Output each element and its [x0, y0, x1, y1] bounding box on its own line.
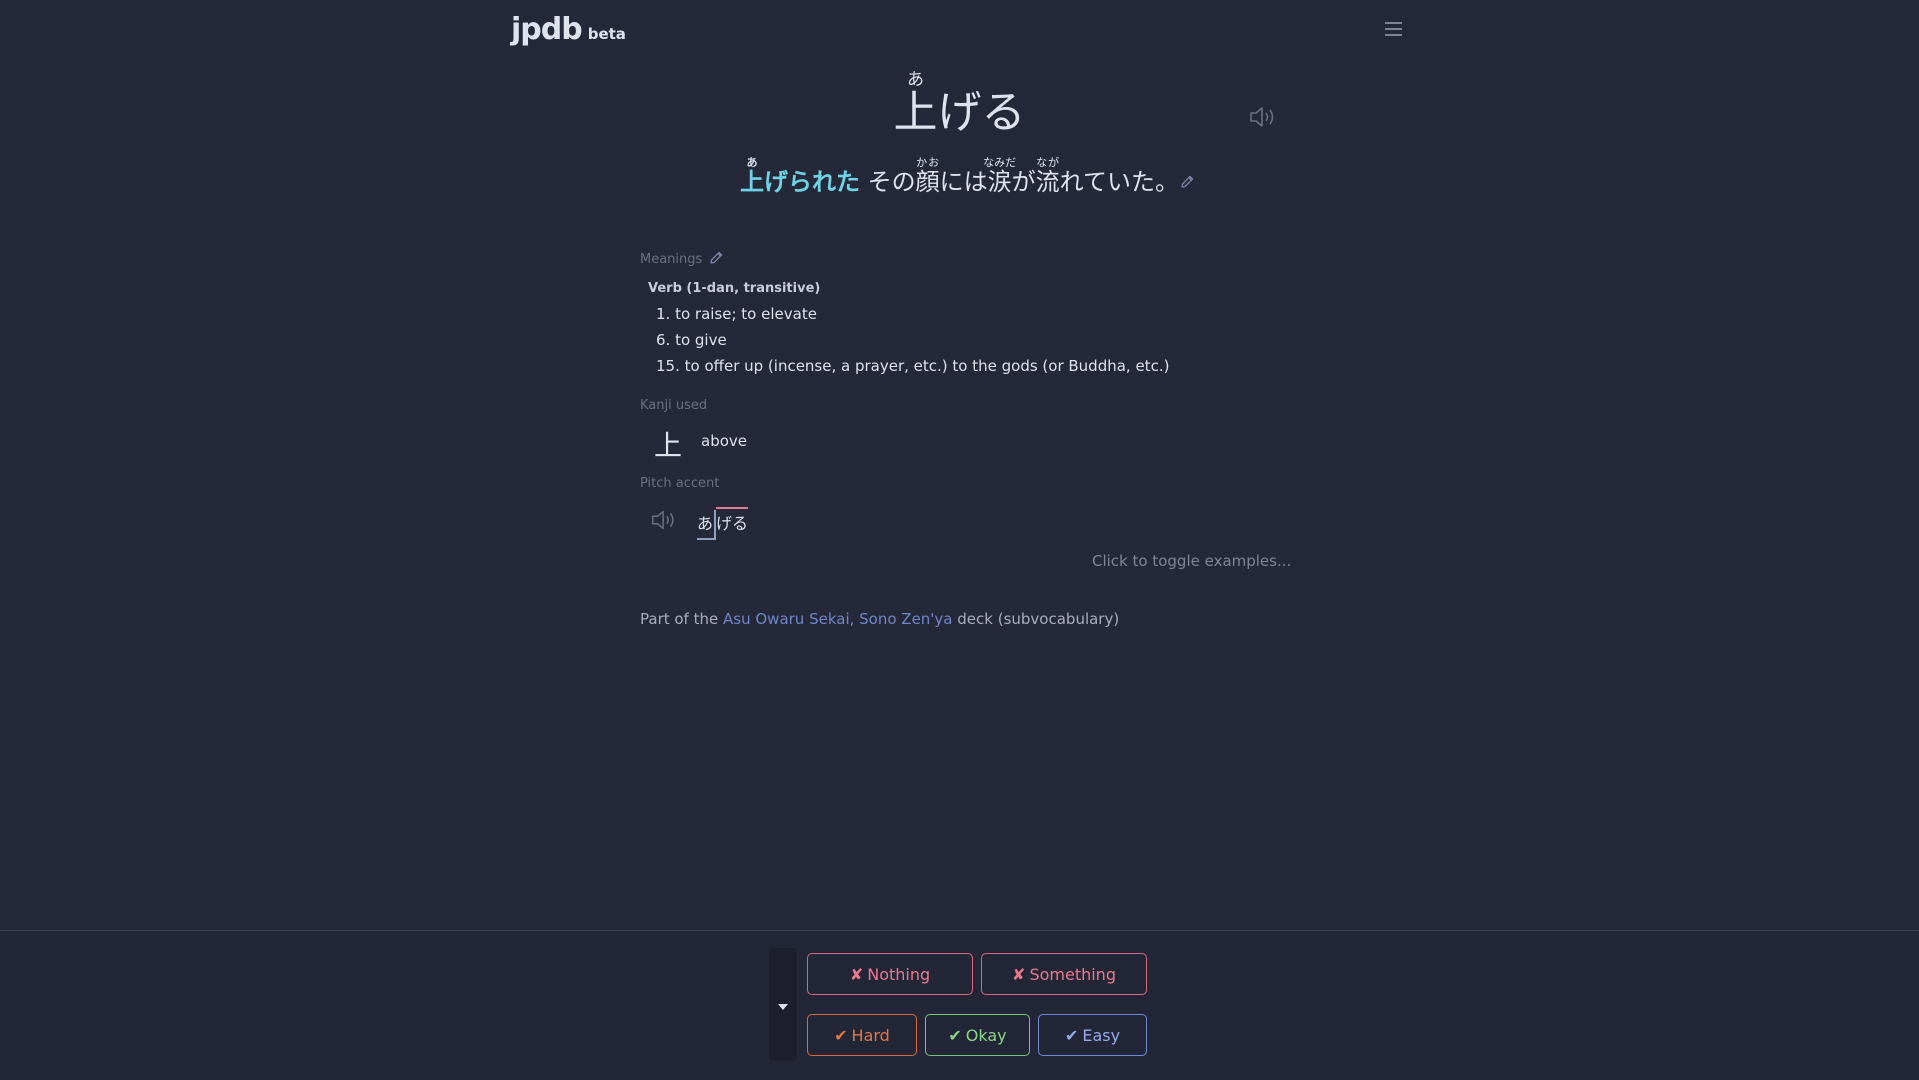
check-icon: ✔: [948, 1025, 962, 1045]
toggle-examples-link[interactable]: Click to toggle examples...: [1092, 552, 1291, 570]
vocab-furigana: あ: [893, 70, 938, 90]
review-answer-bar: ✘ Nothing ✘ Something ✔ Hard ✔ Okay ✔ Easy: [0, 930, 1919, 1080]
deck-link[interactable]: Asu Owaru Sekai, Sono Zen'ya: [723, 610, 952, 628]
cross-icon: ✘: [1012, 964, 1026, 984]
grade-okay-button[interactable]: ✔ Okay: [925, 1014, 1030, 1056]
example-sentence: 上あげられた その顔かおには涙なみだが流ながれていた。: [0, 156, 1919, 197]
sentence-target-word: 上あげられた: [740, 156, 861, 196]
part-of-speech: Verb (1-dan, transitive): [648, 281, 821, 296]
kanji-link[interactable]: 上: [654, 424, 682, 464]
edit-meanings-pencil-icon[interactable]: [708, 250, 724, 266]
speaker-icon[interactable]: [650, 507, 678, 533]
kanji-used-label: Kanji used: [640, 398, 708, 413]
grade-nothing-button[interactable]: ✘ Nothing: [807, 953, 973, 995]
pitch-low-mora: あ: [697, 510, 717, 540]
meanings-label: Meanings: [640, 250, 724, 267]
hamburger-menu-icon[interactable]: [1385, 22, 1402, 36]
logo-text: jpdb: [511, 12, 583, 47]
deck-info: Part of the Asu Owaru Sekai, Sono Zen'ya…: [640, 610, 1120, 628]
vocab-kanji: 上: [893, 87, 938, 138]
meaning-item: 1. to raise; to elevate: [656, 305, 817, 323]
grade-something-button[interactable]: ✘ Something: [981, 953, 1147, 995]
meaning-item: 15. to offer up (incense, a prayer, etc.…: [656, 357, 1170, 375]
chevron-down-icon: [778, 1004, 788, 1010]
speaker-icon[interactable]: [1248, 104, 1278, 130]
cross-icon: ✘: [849, 964, 864, 984]
review-page: jpdb beta 上あげる 上あげられた その顔かおには涙なみだが流ながれていた…: [0, 0, 1919, 1080]
pitch-accent-label: Pitch accent: [640, 476, 720, 491]
site-logo[interactable]: jpdb beta: [511, 12, 626, 47]
pitch-accent-graph: あげる: [697, 507, 749, 540]
check-icon: ✔: [834, 1025, 848, 1045]
grade-easy-button[interactable]: ✔ Easy: [1038, 1014, 1147, 1056]
vocab-okurigana: げる: [937, 87, 1026, 138]
meaning-item: 6. to give: [656, 331, 727, 349]
pitch-high-mora: げる: [716, 507, 749, 534]
sentence-text: その顔かおには涙なみだが流ながれていた。: [867, 156, 1179, 196]
grade-hard-button[interactable]: ✔ Hard: [807, 1014, 917, 1056]
logo-beta-label: beta: [587, 25, 626, 43]
collapse-toggle[interactable]: [769, 948, 797, 1061]
vocabulary-word: 上あげる: [0, 70, 1919, 140]
kanji-meaning: above: [701, 432, 747, 450]
vocab-kanji-ruby: 上あ: [893, 70, 938, 138]
edit-sentence-pencil-icon[interactable]: [1179, 174, 1195, 190]
check-icon: ✔: [1064, 1025, 1079, 1045]
